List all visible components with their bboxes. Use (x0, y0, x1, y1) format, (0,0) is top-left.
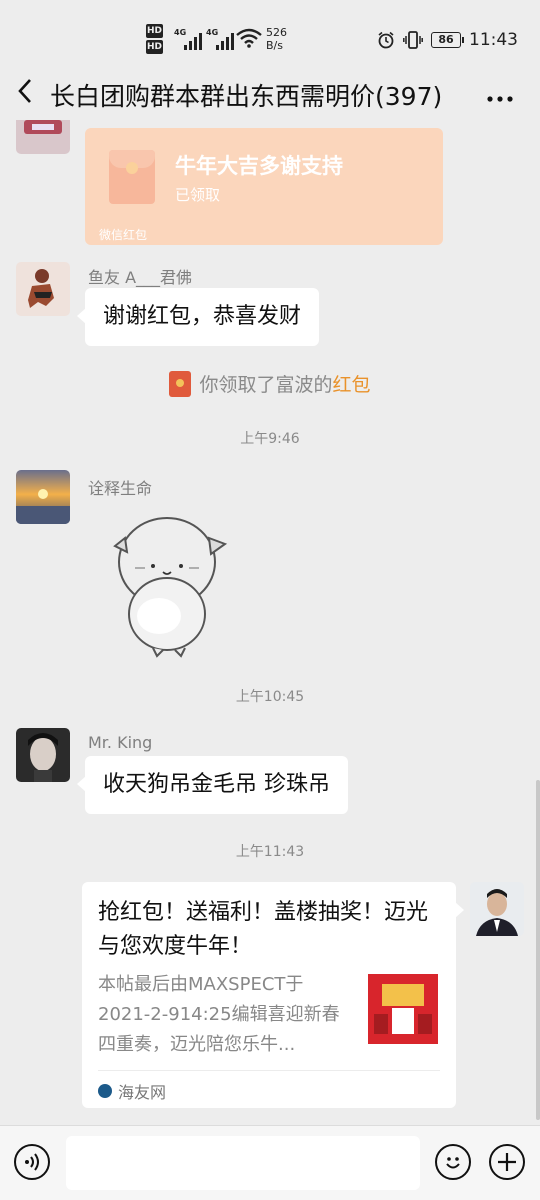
timestamp: 上午11:43 (235, 844, 305, 860)
text-message[interactable]: 收天狗吊金毛吊 珍珠吊 (77, 756, 348, 814)
net-speed-value: 526 (266, 26, 287, 39)
clock: 11:43 (469, 30, 518, 50)
wifi-icon (236, 28, 262, 48)
emoji-icon (446, 1157, 460, 1169)
more-button[interactable] (486, 81, 514, 109)
voice-icon (25, 1153, 39, 1171)
cellular-signal-icon-2: 4G (206, 28, 234, 50)
plus-icon (498, 1153, 516, 1171)
sender-name: 鱼友 A___君佛 (88, 268, 193, 287)
avatar[interactable] (16, 262, 70, 316)
chat-title: 长白团购群本群出东西需明价(397) (50, 82, 443, 111)
hd-indicator: HD HD (146, 24, 164, 56)
timestamp: 上午10:45 (235, 689, 305, 705)
red-packet-footer: 微信红包 (99, 228, 148, 242)
cellular-signal-icon: 4G (174, 28, 202, 50)
chat-header: 长白团购群本群出东西需明价(397) (0, 70, 540, 120)
link-card-title: 抢红包！送福利！盖楼抽奖！迈光与您欢度牛年！ (98, 900, 429, 959)
chevron-left-icon (18, 79, 31, 103)
sender-name: Mr. King (88, 733, 153, 752)
network-speed: 526 B/s (266, 26, 287, 52)
hd-label-2: HD (146, 40, 164, 54)
network-type-2: 4G (206, 28, 219, 37)
voice-button[interactable] (14, 1144, 50, 1180)
link-card-source-name: 海友网 (118, 1083, 167, 1102)
more-dots-icon (487, 96, 513, 102)
vibrate-icon (403, 31, 423, 49)
avatar[interactable] (16, 728, 70, 782)
my-avatar[interactable] (470, 882, 524, 936)
text-message[interactable]: 谢谢红包，恭喜发财 (76, 288, 320, 346)
input-bar (0, 1125, 540, 1200)
message-list[interactable]: 牛年大吉多谢支持 已领取 微信红包 鱼友 A___君佛 谢谢红包，恭喜发财 你领… (0, 120, 540, 1125)
link-card-message[interactable]: 抢红包！送福利！盖楼抽奖！迈光与您欢度牛年！ 本帖最后由MAXSPECT于202… (82, 882, 464, 1108)
network-type-1: 4G (174, 28, 187, 37)
timestamp: 上午9:46 (240, 431, 300, 447)
net-speed-unit: B/s (266, 39, 283, 52)
link-card-thumbnail (368, 974, 438, 1044)
message-input[interactable] (66, 1136, 420, 1190)
link-card-description: 本帖最后由MAXSPECT于2021-2-914:25编辑喜迎新春四重奏，迈光陪… (98, 974, 340, 1055)
link-card-source: 海友网 (98, 1079, 166, 1103)
sender-name: 诠释生命 (88, 479, 153, 498)
red-packet-status: 已领取 (175, 186, 221, 204)
red-packet-message[interactable]: 牛年大吉多谢支持 已领取 微信红包 (85, 128, 443, 245)
avatar[interactable] (16, 470, 70, 524)
system-notice: 你领取了富波的 红包 (0, 370, 540, 397)
red-packet-small-icon (169, 370, 192, 397)
sticker-cat-image[interactable] (105, 510, 235, 660)
alarm-icon (378, 31, 394, 49)
red-packet-title: 牛年大吉多谢支持 (175, 154, 343, 178)
scrollbar[interactable] (536, 780, 540, 1120)
source-logo-icon (98, 1084, 112, 1098)
red-packet-link[interactable]: 红包 (333, 370, 371, 397)
divider (98, 1070, 440, 1071)
system-notice-text: 你领取了富波的 (199, 374, 333, 396)
back-button[interactable] (0, 77, 50, 113)
hd-label-1: HD (146, 24, 164, 38)
red-packet-icon (109, 150, 155, 204)
status-bar: HD HD 4G 4G 526 B/s 86 11:43 (0, 0, 540, 80)
battery-icon: 86 (431, 32, 464, 48)
avatar[interactable] (16, 120, 70, 154)
emoji-button[interactable] (435, 1144, 471, 1180)
plus-button[interactable] (489, 1144, 525, 1180)
